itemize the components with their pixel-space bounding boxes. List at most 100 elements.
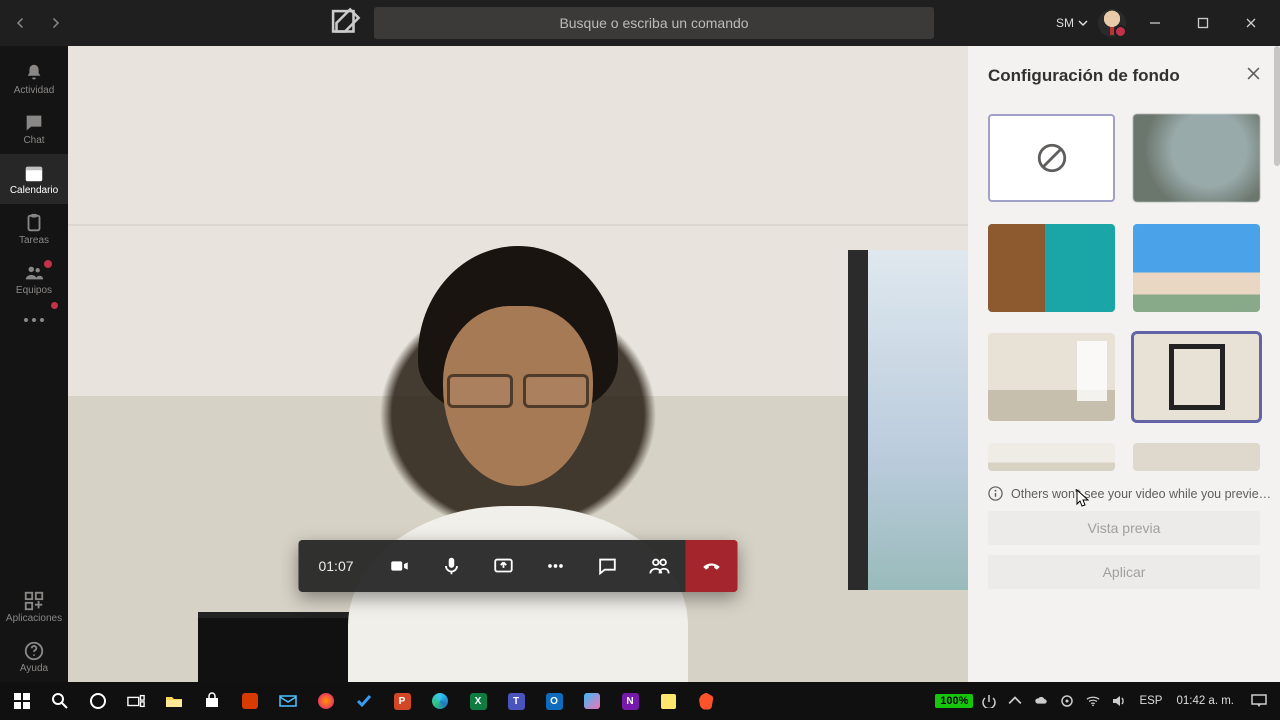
sidebar-item-teams[interactable]: Equipos <box>0 254 68 304</box>
tray-wifi-icon[interactable] <box>1083 694 1103 708</box>
background-option-office[interactable] <box>988 224 1115 312</box>
battery-indicator[interactable]: 100% <box>935 694 973 708</box>
close-icon <box>1247 67 1260 80</box>
background-option-room2[interactable] <box>1133 333 1260 421</box>
taskbar-brave[interactable] <box>688 682 724 720</box>
tray-volume-icon[interactable] <box>1109 694 1129 708</box>
show-conversation-button[interactable] <box>582 540 634 592</box>
taskbar-store[interactable] <box>194 682 230 720</box>
close-icon <box>1245 17 1257 29</box>
more-actions-button[interactable] <box>530 540 582 592</box>
window-minimize-button[interactable] <box>1136 7 1174 39</box>
tray-location-icon[interactable] <box>1057 694 1077 708</box>
start-button[interactable] <box>4 682 40 720</box>
windows-taskbar: P X T O N 100% ESP 01:42 a. m. <box>0 682 1280 720</box>
nav-forward-button[interactable] <box>40 8 70 38</box>
sidebar-item-help[interactable]: Ayuda <box>0 632 68 682</box>
check-icon <box>355 692 373 710</box>
show-participants-button[interactable] <box>634 540 686 592</box>
taskbar-powerpoint[interactable]: P <box>384 682 420 720</box>
title-bar: Busque o escriba un comando SM <box>0 0 1280 46</box>
window-maximize-button[interactable] <box>1184 7 1222 39</box>
cortana-icon <box>89 692 107 710</box>
taskbar-taskview-button[interactable] <box>118 682 154 720</box>
hang-up-icon <box>701 555 723 577</box>
search-input[interactable]: Busque o escriba un comando <box>374 7 934 39</box>
sidebar-item-tasks[interactable]: Tareas <box>0 204 68 254</box>
taskview-icon <box>127 692 145 710</box>
taskbar-teams[interactable]: T <box>498 682 534 720</box>
apps-icon <box>23 590 45 612</box>
background-option-room1[interactable] <box>988 333 1115 421</box>
tray-language[interactable]: ESP <box>1135 695 1166 707</box>
toggle-mic-button[interactable] <box>426 540 478 592</box>
tray-clock[interactable]: 01:42 a. m. <box>1172 695 1238 707</box>
taskbar-mail[interactable] <box>270 682 306 720</box>
taskbar-photos[interactable] <box>574 682 610 720</box>
background-option-blur[interactable] <box>1133 114 1260 202</box>
panel-info-label: Others won't see your video while you pr… <box>1011 487 1271 501</box>
profile-avatar[interactable] <box>1098 9 1126 37</box>
sidebar-label: Equipos <box>16 286 52 296</box>
search-icon <box>51 692 69 710</box>
sidebar-label: Chat <box>23 136 44 146</box>
notification-icon <box>1251 694 1267 708</box>
tray-chevron-up-icon[interactable] <box>1005 694 1025 708</box>
nav-back-button[interactable] <box>6 8 36 38</box>
taskbar-firefox[interactable] <box>308 682 344 720</box>
org-switcher[interactable]: SM <box>1056 16 1088 30</box>
background-option-room4[interactable] <box>1133 443 1260 471</box>
taskbar-onenote[interactable]: N <box>612 682 648 720</box>
taskbar-explorer[interactable] <box>156 682 192 720</box>
window-close-button[interactable] <box>1232 7 1270 39</box>
meeting-toolbar: 01:07 <box>298 540 737 592</box>
hang-up-button[interactable] <box>686 540 738 592</box>
sidebar-item-activity[interactable]: Actividad <box>0 54 68 104</box>
store-icon <box>203 692 221 710</box>
sidebar-more-button[interactable] <box>22 304 46 334</box>
folder-icon <box>165 692 183 710</box>
meeting-stage: 01:07 <box>68 46 968 682</box>
meeting-timer: 01:07 <box>298 558 373 574</box>
app-body: Actividad Chat Calendario Tareas Equi <box>0 46 1280 682</box>
sidebar-item-calendar[interactable]: Calendario <box>0 154 68 204</box>
background-option-beach[interactable] <box>1133 224 1260 312</box>
panel-close-button[interactable] <box>1247 67 1260 85</box>
taskbar-cortana-button[interactable] <box>80 682 116 720</box>
background-grid <box>968 94 1280 474</box>
taskbar-edge[interactable] <box>422 682 458 720</box>
chevron-left-icon <box>15 17 27 29</box>
preview-button[interactable]: Vista previa <box>988 511 1260 545</box>
sidebar-label: Calendario <box>10 186 58 196</box>
people-icon <box>23 262 45 284</box>
new-message-button[interactable] <box>328 6 362 40</box>
sidebar-item-chat[interactable]: Chat <box>0 104 68 154</box>
panel-scrollbar[interactable] <box>1274 46 1280 166</box>
org-initials: SM <box>1056 16 1074 30</box>
tray-power-icon[interactable] <box>979 694 999 708</box>
background-option-room3[interactable] <box>988 443 1115 471</box>
help-icon <box>23 640 45 662</box>
taskbar-todo[interactable] <box>346 682 382 720</box>
action-center-button[interactable] <box>1244 694 1274 708</box>
system-tray: 100% ESP 01:42 a. m. <box>935 694 1276 708</box>
taskbar-stickynotes[interactable] <box>650 682 686 720</box>
taskbar-outlook[interactable]: O <box>536 682 572 720</box>
share-screen-button[interactable] <box>478 540 530 592</box>
toggle-camera-button[interactable] <box>374 540 426 592</box>
minimize-icon <box>1149 17 1161 29</box>
maximize-icon <box>1197 17 1209 29</box>
tray-onedrive-icon[interactable] <box>1031 694 1051 708</box>
apply-button[interactable]: Aplicar <box>988 555 1260 589</box>
ellipsis-icon <box>545 555 567 577</box>
sidebar-item-apps[interactable]: Aplicaciones <box>0 582 68 632</box>
none-icon <box>988 114 1115 202</box>
taskbar-office[interactable] <box>232 682 268 720</box>
panel-info-text: Others won't see your video while you pr… <box>968 474 1280 511</box>
chat-icon <box>23 112 45 134</box>
taskbar-excel[interactable]: X <box>460 682 496 720</box>
app-rail: Actividad Chat Calendario Tareas Equi <box>0 46 68 682</box>
notification-badge <box>44 260 52 268</box>
background-option-none[interactable] <box>988 114 1115 202</box>
taskbar-search-button[interactable] <box>42 682 78 720</box>
